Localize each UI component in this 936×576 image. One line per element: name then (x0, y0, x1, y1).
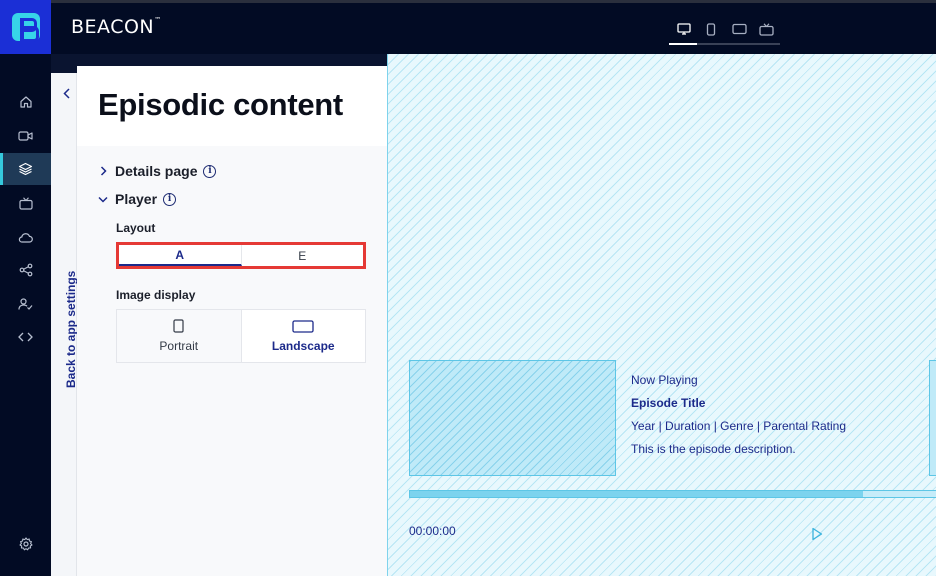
panel-header: Episodic content (77, 66, 387, 146)
tv-icon (18, 196, 33, 210)
nav-code[interactable] (0, 321, 51, 353)
device-tab-active-indicator (669, 43, 697, 45)
brand-name: BEACON™ (71, 16, 162, 38)
image-display-label: Image display (116, 288, 196, 302)
playback-progress-bar[interactable] (409, 490, 936, 498)
image-display-portrait[interactable]: Portrait (117, 310, 241, 362)
image-display-landscape[interactable]: Landscape (240, 310, 365, 362)
share-icon (19, 263, 32, 277)
layout-selector: A E (116, 242, 366, 269)
layout-option-a[interactable]: A (119, 245, 242, 266)
brand-text: BEACON (71, 16, 155, 38)
cloud-icon (18, 232, 33, 243)
info-icon[interactable]: i (163, 192, 177, 206)
section-details-page[interactable]: Details page i (97, 163, 217, 179)
brand-trademark: ™ (154, 16, 162, 24)
nav-layers[interactable] (0, 153, 51, 185)
next-episode-thumbnail (929, 360, 936, 476)
chevron-down-icon (97, 193, 109, 205)
nav-home[interactable] (0, 86, 51, 118)
tv-icon[interactable] (755, 20, 777, 38)
device-switcher (669, 16, 780, 46)
tablet-icon[interactable] (728, 20, 750, 38)
settings-panel: Episodic content Details page i Player i… (77, 66, 387, 576)
nav-cloud[interactable] (0, 221, 51, 253)
episode-meta: Year | Duration | Genre | Parental Ratin… (631, 419, 847, 433)
top-hairline (0, 0, 936, 3)
portrait-icon (173, 319, 184, 333)
section-player-label: Player (115, 191, 158, 207)
home-icon (19, 96, 32, 108)
now-playing-label: Now Playing (631, 373, 698, 387)
gear-icon (18, 537, 33, 551)
chevron-right-icon (97, 165, 109, 177)
section-player[interactable]: Player i (97, 191, 177, 207)
logo-mark-icon (11, 13, 40, 42)
user-check-icon (18, 298, 33, 310)
portrait-label: Portrait (159, 339, 199, 353)
landscape-label: Landscape (271, 338, 335, 353)
nav-video[interactable] (0, 120, 51, 152)
section-details-label: Details page (115, 163, 198, 179)
episode-title: Episode Title (631, 396, 706, 410)
mobile-icon[interactable] (700, 20, 722, 38)
nav-settings[interactable] (0, 528, 51, 560)
image-display-selector: Portrait Landscape (116, 309, 366, 363)
info-icon[interactable]: i (203, 164, 217, 178)
nav-users[interactable] (0, 288, 51, 320)
episode-thumbnail (409, 360, 616, 476)
player-preview: Now Playing Episode Title Year | Duratio… (387, 54, 936, 576)
layout-label: Layout (116, 221, 156, 235)
video-icon (18, 131, 33, 141)
layout-option-e[interactable]: E (242, 245, 364, 266)
page-title: Episodic content (98, 87, 343, 122)
nav-tv[interactable] (0, 187, 51, 219)
play-icon[interactable] (811, 527, 823, 541)
episode-description: This is the episode description. (631, 442, 796, 456)
chevron-left-icon[interactable] (60, 86, 72, 100)
beacon-logo[interactable] (0, 0, 51, 54)
code-icon (18, 332, 33, 342)
desktop-icon[interactable] (673, 20, 695, 38)
playback-time: 00:00:00 (409, 524, 456, 538)
landscape-icon (292, 319, 314, 333)
back-to-app-settings-label[interactable]: Back to app settings (64, 271, 78, 388)
playback-progress-fill (410, 491, 864, 497)
nav-share[interactable] (0, 254, 51, 286)
device-tab-underline (669, 43, 780, 45)
top-bar: BEACON™ (0, 0, 936, 54)
left-nav (0, 54, 51, 576)
layers-icon (18, 162, 33, 176)
